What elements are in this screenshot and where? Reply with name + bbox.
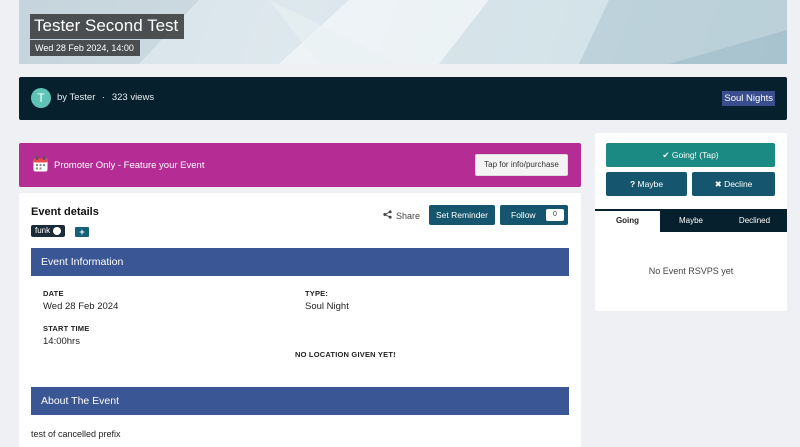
event-date: Wed 28 Feb 2024, 14:00: [30, 40, 140, 56]
promo-text: Promoter Only - Feature your Event: [54, 160, 205, 171]
follow-label: Follow: [511, 210, 536, 220]
rsvp-tabs: Going Maybe Declined: [595, 209, 787, 232]
event-details-heading: Event details: [31, 206, 99, 218]
share-button[interactable]: Share: [383, 210, 420, 221]
maybe-button[interactable]: ? Maybe: [606, 172, 687, 196]
about-event-text: test of cancelled prefix: [31, 429, 121, 439]
avatar[interactable]: T: [31, 88, 51, 108]
start-time-label: START TIME: [43, 324, 90, 333]
meta-separator: ·: [102, 92, 106, 103]
maybe-label: Maybe: [637, 179, 664, 189]
follow-button[interactable]: Follow 0: [500, 205, 568, 225]
question-icon: ?: [629, 179, 636, 189]
add-tag-button[interactable]: +: [75, 227, 89, 237]
type-value: Soul Night: [305, 301, 349, 312]
location-notice: NO LOCATION GIVEN YET!: [295, 350, 396, 359]
going-label: Going! (Tap): [671, 150, 719, 160]
decline-label: Decline: [724, 179, 753, 189]
empty-rsvp-message: No Event RSVPS yet: [648, 266, 734, 276]
share-label: Share: [396, 210, 421, 221]
tab-going[interactable]: Going: [595, 211, 660, 232]
event-meta-bar: T by Tester · 323 views Soul Nights: [19, 77, 787, 120]
type-label: TYPE:: [305, 289, 329, 298]
rsvp-panel: ✔ Going! (Tap) ? Maybe ✖ Decline Going M…: [595, 133, 787, 311]
set-reminder-button[interactable]: Set Reminder: [429, 205, 495, 225]
remove-tag-icon[interactable]: [53, 227, 62, 235]
tab-maybe[interactable]: Maybe: [660, 209, 722, 232]
event-title: Tester Second Test: [30, 14, 185, 39]
tab-declined[interactable]: Declined: [722, 209, 787, 232]
category-tag[interactable]: Soul Nights: [722, 91, 775, 106]
event-hero-banner: Tester Second Test Wed 28 Feb 2024, 14:0…: [19, 0, 787, 64]
date-label: DATE: [43, 289, 64, 298]
event-information-heading: Event Information: [31, 248, 569, 276]
check-icon: ✔: [662, 150, 670, 160]
view-count: 323 views: [111, 92, 155, 103]
date-value: Wed 28 Feb 2024: [43, 301, 119, 312]
tag-label: funk: [35, 226, 51, 235]
promoter-feature-bar: Promoter Only - Feature your Event Tap f…: [19, 143, 581, 187]
start-time-value: 14:00hrs: [43, 336, 80, 347]
calendar-icon: [33, 156, 48, 177]
decline-button[interactable]: ✖ Decline: [692, 172, 775, 196]
info-purchase-button[interactable]: Tap for info/purchase: [475, 154, 568, 176]
tag-funk[interactable]: funk: [31, 225, 66, 237]
event-details-panel: Event details funk + Share Set Reminder …: [19, 193, 581, 447]
going-button[interactable]: ✔ Going! (Tap): [606, 143, 775, 167]
event-meta: by Tester · 323 views: [57, 92, 154, 103]
follow-count: 0: [546, 209, 564, 221]
about-event-heading: About The Event: [31, 387, 569, 415]
author-link[interactable]: by Tester: [57, 92, 95, 103]
share-icon: [383, 210, 392, 221]
close-icon: ✖: [714, 179, 722, 189]
